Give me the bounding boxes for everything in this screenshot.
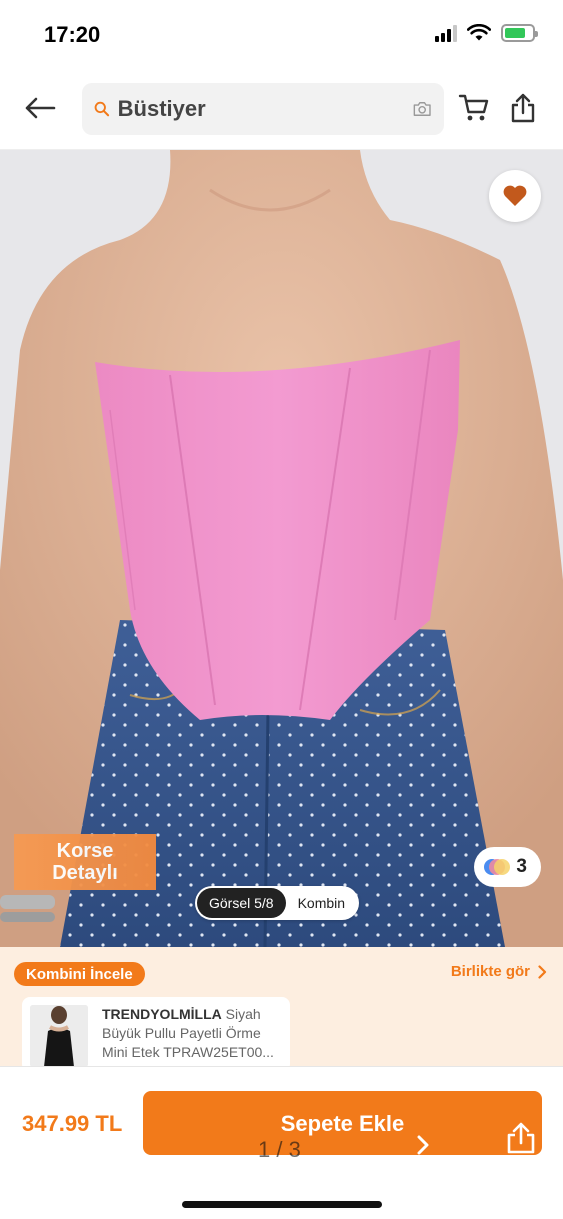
favorite-button[interactable]: [489, 170, 541, 222]
color-options-button[interactable]: 3: [474, 847, 541, 887]
wifi-icon: [467, 24, 491, 41]
heart-icon: [503, 185, 527, 206]
cellular-signal-icon: [435, 24, 457, 42]
header: [0, 70, 563, 150]
promo-badge-text: Korse Detaylı: [52, 840, 118, 884]
cart-button[interactable]: [456, 90, 492, 126]
home-indicator: [182, 1201, 382, 1208]
combine-product-thumbnail: [30, 1005, 88, 1067]
image-toggle: Görsel 5/8 Kombin: [195, 886, 360, 920]
battery-icon: [501, 24, 538, 42]
share-button[interactable]: [505, 90, 541, 126]
promo-badge: Korse Detaylı: [14, 834, 156, 890]
combine-product-text: TRENDYOLMİLLA Siyah Büyük Pullu Payetli …: [102, 1005, 282, 1072]
tab-kombin[interactable]: Kombin: [286, 888, 357, 918]
share-icon: [511, 93, 535, 123]
color-count-label: 3: [516, 856, 527, 877]
back-button[interactable]: [20, 88, 60, 128]
search-icon: [94, 101, 110, 117]
product-photo: [0, 150, 563, 947]
combine-section: Kombini İncele Birlikte gör TRENDYOLMİLL…: [0, 947, 563, 1072]
tab-gallery[interactable]: Görsel 5/8: [197, 888, 286, 918]
share-icon[interactable]: [506, 1121, 536, 1155]
pager-indicator: 1 / 3: [258, 1137, 301, 1162]
combine-title[interactable]: Kombini İncele: [14, 962, 145, 986]
status-time: 17:20: [44, 22, 101, 47]
add-to-cart-button[interactable]: Sepete Ekle: [143, 1091, 542, 1155]
status-bar: 17:20: [0, 0, 563, 70]
back-arrow-icon: [25, 97, 56, 119]
search-input[interactable]: [117, 96, 412, 122]
product-page: 17:20 Büstiyer Korse Detaylı 3 Görsel 5/…: [0, 0, 563, 1219]
see-together-label: Birlikte gör: [450, 963, 530, 980]
combine-product-brand: TRENDYOLMİLLA: [102, 1006, 222, 1022]
bottom-bar: 347.99 TL Sepete Ekle 1 / 3: [0, 1066, 563, 1219]
battery-level: [505, 28, 525, 38]
status-icons: [435, 24, 538, 42]
color-swatch-icon: [484, 857, 511, 877]
product-price: 347.99 TL: [22, 1111, 123, 1136]
chevron-right-icon: [538, 964, 547, 979]
combine-product-card[interactable]: TRENDYOLMİLLA Siyah Büyük Pullu Payetli …: [22, 997, 290, 1072]
see-together-link[interactable]: Birlikte gör: [451, 963, 547, 980]
product-image[interactable]: [0, 150, 563, 947]
camera-icon[interactable]: [412, 98, 432, 120]
chevron-right-icon[interactable]: [416, 1135, 430, 1155]
search-bar[interactable]: [82, 83, 444, 135]
cart-icon: [458, 94, 489, 121]
